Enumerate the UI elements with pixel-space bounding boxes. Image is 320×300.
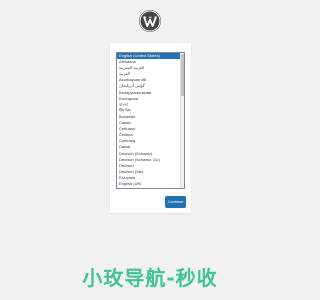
watermark-text: 小玫导航-秒收	[82, 266, 218, 290]
continue-button[interactable]: Continue	[165, 196, 186, 208]
scrollbar-thumb[interactable]	[181, 54, 184, 96]
wordpress-logo-icon	[139, 10, 161, 32]
language-card: English (United States) Afrikaans العربية …	[110, 43, 191, 213]
language-option[interactable]: English (UK)	[117, 181, 184, 187]
language-options-list: English (United States) Afrikaans العربية …	[117, 53, 184, 187]
language-select[interactable]: English (United States) Afrikaans العربية …	[116, 52, 185, 189]
language-list-scrollbar[interactable]	[180, 53, 184, 188]
